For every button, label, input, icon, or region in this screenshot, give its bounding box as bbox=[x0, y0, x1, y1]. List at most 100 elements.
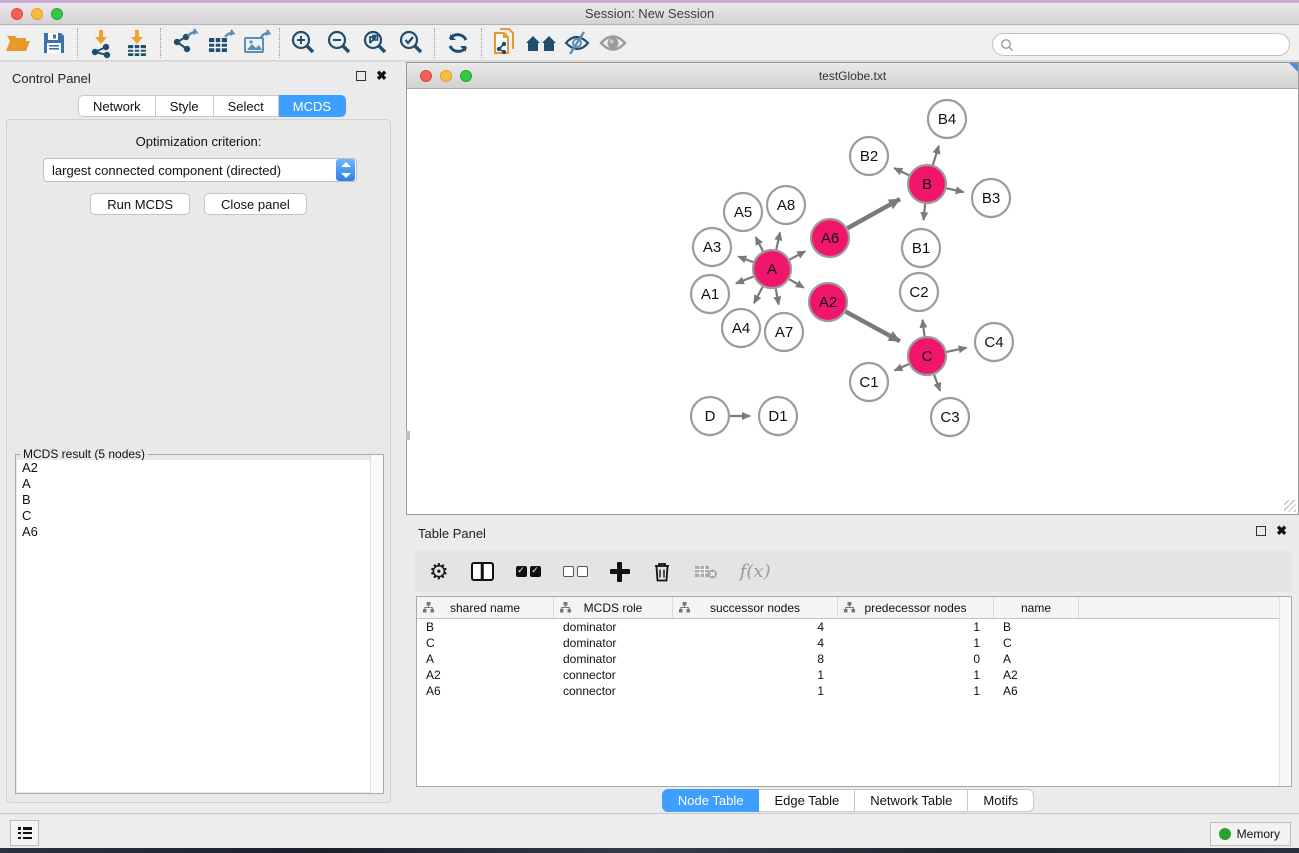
graph-edge-C-C3[interactable] bbox=[934, 375, 940, 391]
show-graphics-button[interactable] bbox=[595, 27, 631, 59]
tab-mcds[interactable]: MCDS bbox=[279, 95, 346, 117]
table-cell[interactable]: B bbox=[417, 619, 554, 635]
table-cell[interactable]: A6 bbox=[994, 683, 1079, 699]
frame-resize-corner-icon[interactable] bbox=[1289, 63, 1298, 72]
graph-edge-A2-C[interactable] bbox=[846, 312, 900, 342]
tab-node-table[interactable]: Node Table bbox=[662, 789, 760, 812]
table-cell[interactable]: A6 bbox=[417, 683, 554, 699]
function-builder-icon[interactable]: f(x) bbox=[740, 561, 771, 582]
node-table[interactable]: shared nameMCDS rolesuccessor nodesprede… bbox=[416, 596, 1292, 787]
table-cell[interactable]: 4 bbox=[673, 619, 838, 635]
graph-node-A1[interactable]: A1 bbox=[691, 275, 729, 313]
graph-edge-A-A5[interactable] bbox=[756, 237, 763, 251]
result-list-scrollbar[interactable] bbox=[370, 455, 383, 793]
criterion-select[interactable]: largest connected component (directed) bbox=[43, 158, 357, 182]
split-view-icon[interactable] bbox=[471, 562, 494, 581]
tab-select[interactable]: Select bbox=[214, 95, 279, 117]
table-row[interactable]: Adominator80A bbox=[417, 651, 1291, 667]
graph-edge-A-A4[interactable] bbox=[754, 287, 763, 304]
table-cell[interactable]: 4 bbox=[673, 635, 838, 651]
table-cell[interactable]: C bbox=[417, 635, 554, 651]
graph-edge-A-A2[interactable] bbox=[789, 279, 804, 288]
mcds-result-item[interactable]: C bbox=[17, 508, 382, 524]
export-network-button[interactable] bbox=[166, 27, 202, 59]
zoom-selected-button[interactable] bbox=[393, 27, 429, 59]
graph-edge-C-C4[interactable] bbox=[947, 348, 967, 352]
graph-node-B1[interactable]: B1 bbox=[902, 229, 940, 267]
table-cell[interactable]: 8 bbox=[673, 651, 838, 667]
graph-node-A3[interactable]: A3 bbox=[693, 228, 731, 266]
table-cell[interactable]: A2 bbox=[994, 667, 1079, 683]
tab-motifs[interactable]: Motifs bbox=[968, 789, 1034, 812]
graph-node-B2[interactable]: B2 bbox=[850, 137, 888, 175]
zoom-in-button[interactable] bbox=[285, 27, 321, 59]
graph-edge-B-B3[interactable] bbox=[947, 188, 964, 192]
table-cell[interactable]: 1 bbox=[673, 667, 838, 683]
mcds-result-item[interactable]: A bbox=[17, 476, 382, 492]
table-cell[interactable]: A bbox=[417, 651, 554, 667]
table-cell[interactable]: dominator bbox=[554, 619, 673, 635]
table-options-gear-icon[interactable]: ⚙ bbox=[429, 562, 449, 582]
frame-resize-grip-icon[interactable] bbox=[1284, 500, 1296, 512]
graph-node-C4[interactable]: C4 bbox=[975, 323, 1013, 361]
refresh-button[interactable] bbox=[440, 27, 476, 59]
graph-edge-A-A1[interactable] bbox=[736, 276, 753, 283]
table-cell[interactable]: 1 bbox=[838, 683, 994, 699]
table-row[interactable]: Bdominator41B bbox=[417, 619, 1291, 635]
table-cell[interactable]: 1 bbox=[673, 683, 838, 699]
graph-node-B[interactable]: B bbox=[908, 165, 946, 203]
network-canvas[interactable]: B4B2BB3A5A8A6B1A3AA1C2A2A4A7C4CC1DD1C3 bbox=[407, 89, 1298, 514]
mcds-result-item[interactable]: A6 bbox=[17, 524, 382, 540]
graph-node-A5[interactable]: A5 bbox=[724, 193, 762, 231]
search-field[interactable] bbox=[992, 33, 1290, 56]
table-row[interactable]: A6connector11A6 bbox=[417, 683, 1291, 699]
table-cell[interactable]: 1 bbox=[838, 635, 994, 651]
search-input[interactable] bbox=[1014, 38, 1289, 52]
tab-network-table[interactable]: Network Table bbox=[855, 789, 968, 812]
table-cell[interactable]: dominator bbox=[554, 635, 673, 651]
table-cell[interactable]: B bbox=[994, 619, 1079, 635]
save-session-button[interactable] bbox=[36, 27, 72, 59]
graph-edge-A-A7[interactable] bbox=[776, 289, 779, 305]
graph-node-C2[interactable]: C2 bbox=[900, 273, 938, 311]
table-scrollbar[interactable] bbox=[1279, 597, 1291, 786]
select-all-icon[interactable] bbox=[516, 566, 541, 577]
graph-edge-C-C1[interactable] bbox=[895, 364, 909, 370]
table-row[interactable]: A2connector11A2 bbox=[417, 667, 1291, 683]
graph-edge-B-B1[interactable] bbox=[924, 204, 926, 220]
import-table-button[interactable] bbox=[119, 27, 155, 59]
graph-node-A[interactable]: A bbox=[753, 250, 791, 288]
column-header-MCDS-role[interactable]: MCDS role bbox=[554, 597, 673, 618]
graph-node-A4[interactable]: A4 bbox=[722, 309, 760, 347]
deselect-all-icon[interactable] bbox=[563, 566, 588, 577]
mcds-result-item[interactable]: B bbox=[17, 492, 382, 508]
column-header-shared-name[interactable]: shared name bbox=[417, 597, 554, 618]
close-table-panel-icon[interactable]: ✖ bbox=[1276, 526, 1287, 536]
table-cell[interactable]: 1 bbox=[838, 667, 994, 683]
column-header-successor-nodes[interactable]: successor nodes bbox=[673, 597, 838, 618]
show-panel-list-button[interactable] bbox=[10, 820, 39, 846]
column-header-name[interactable]: name bbox=[994, 597, 1079, 618]
table-row[interactable]: Cdominator41C bbox=[417, 635, 1291, 651]
mcds-result-item[interactable]: A2 bbox=[17, 460, 382, 476]
zoom-out-button[interactable] bbox=[321, 27, 357, 59]
graph-node-A6[interactable]: A6 bbox=[811, 219, 849, 257]
copy-network-button[interactable] bbox=[487, 27, 523, 59]
graph-node-B4[interactable]: B4 bbox=[928, 100, 966, 138]
close-panel-button[interactable]: Close panel bbox=[204, 193, 307, 215]
float-table-panel-icon[interactable] bbox=[1256, 526, 1266, 536]
mcds-result-list[interactable]: A2ABCA6 bbox=[17, 460, 382, 792]
table-cell[interactable]: connector bbox=[554, 683, 673, 699]
graph-node-D[interactable]: D bbox=[691, 397, 729, 435]
export-table-button[interactable] bbox=[202, 27, 238, 59]
network-graph[interactable]: B4B2BB3A5A8A6B1A3AA1C2A2A4A7C4CC1DD1C3 bbox=[407, 89, 1298, 514]
network-window-titlebar[interactable]: testGlobe.txt bbox=[407, 63, 1298, 89]
import-network-button[interactable] bbox=[83, 27, 119, 59]
table-cell[interactable]: A2 bbox=[417, 667, 554, 683]
tab-network[interactable]: Network bbox=[78, 95, 156, 117]
graph-node-C3[interactable]: C3 bbox=[931, 398, 969, 436]
close-panel-icon[interactable]: ✖ bbox=[376, 71, 387, 81]
memory-button[interactable]: Memory bbox=[1210, 822, 1291, 846]
graph-edge-B-B4[interactable] bbox=[933, 146, 939, 165]
table-cell[interactable]: 1 bbox=[838, 619, 994, 635]
